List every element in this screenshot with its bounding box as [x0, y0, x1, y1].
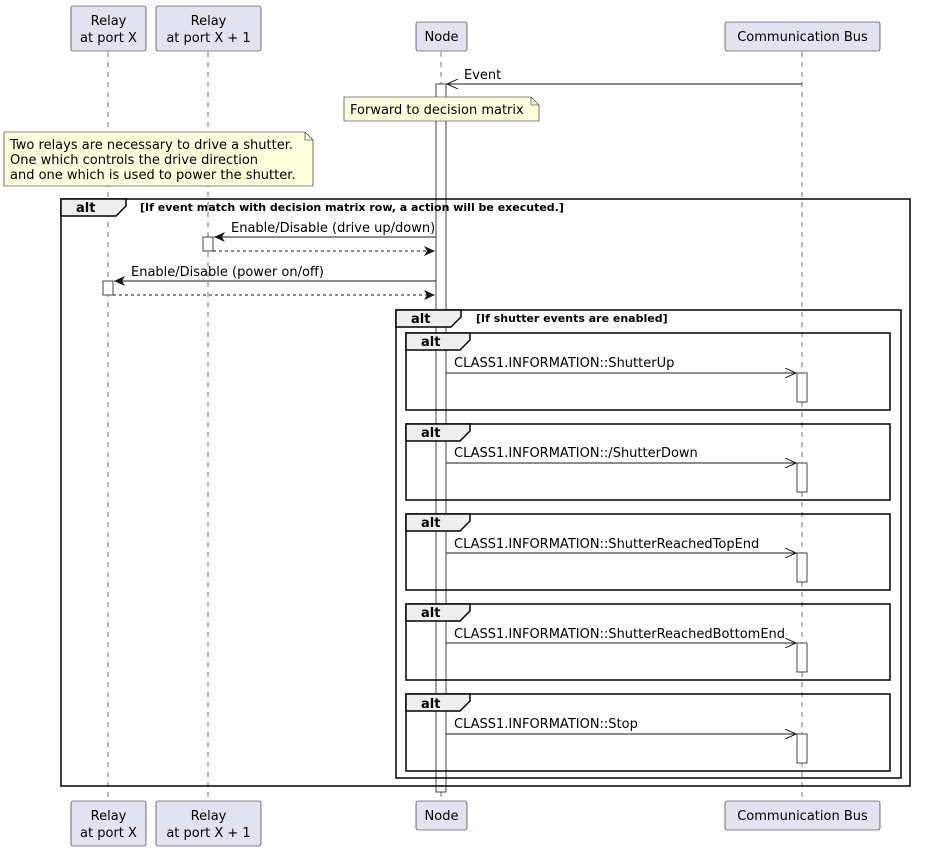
- participant-label: at port X + 1: [166, 31, 250, 46]
- frame-sub-alt-shutter-up: alt CLASS1.INFORMATION::ShutterUp: [405, 332, 891, 411]
- message-shutter-up-label: CLASS1.INFORMATION::ShutterUp: [454, 356, 674, 371]
- message-shutter-down-label: CLASS1.INFORMATION::/ShutterDown: [454, 446, 698, 461]
- message-top-end-label: CLASS1.INFORMATION::ShutterReachedTopEnd: [454, 537, 759, 552]
- note-forward-text: Forward to decision matrix: [350, 103, 524, 118]
- frame-sub-keyword: alt: [421, 516, 440, 531]
- message-event-label: Event: [464, 68, 501, 83]
- sequence-diagram: Relay at port X Relay at port X + 1 Node…: [3, 5, 911, 847]
- participant-label: Relay: [91, 809, 127, 824]
- note-relays-line: One which controls the drive direction: [10, 153, 258, 168]
- bus-activation: [796, 642, 808, 673]
- bus-activation: [796, 372, 808, 403]
- message-stop-label: CLASS1.INFORMATION::Stop: [454, 717, 638, 732]
- frame-sub-alt-top-end: alt CLASS1.INFORMATION::ShutterReachedTo…: [405, 513, 891, 591]
- participant-label: Node: [425, 809, 459, 824]
- participant-label: Relay: [191, 809, 227, 824]
- frame-sub-keyword: alt: [421, 697, 440, 712]
- participant-label: Communication Bus: [737, 809, 868, 824]
- bus-activation: [796, 552, 808, 583]
- bus-activation: [796, 733, 808, 764]
- participant-label: at port X: [80, 826, 137, 841]
- participant-relay-x-top: Relay at port X: [70, 5, 147, 52]
- frame-outer-condition: [If event match with decision matrix row…: [140, 201, 564, 214]
- frame-outer-alt: alt [If event match with decision matrix…: [60, 198, 911, 787]
- frame-sub-alt-bottom-end: alt CLASS1.INFORMATION::ShutterReachedBo…: [405, 603, 891, 681]
- participant-label: Communication Bus: [737, 30, 868, 45]
- participant-bus-bottom: Communication Bus: [724, 800, 881, 831]
- message-drive-label: Enable/Disable (drive up/down): [231, 221, 435, 236]
- frame-inner-keyword: alt: [411, 312, 430, 327]
- frame-sub-keyword: alt: [421, 335, 440, 350]
- participant-label: at port X: [80, 31, 137, 46]
- bus-activation: [796, 462, 808, 493]
- note-forward: Forward to decision matrix: [343, 96, 540, 122]
- frame-sub-alt-stop: alt CLASS1.INFORMATION::Stop: [405, 693, 891, 772]
- note-relays: Two relays are necessary to drive a shut…: [3, 131, 314, 187]
- participant-bus-top: Communication Bus: [724, 21, 881, 52]
- participant-relay-x1-bottom: Relay at port X + 1: [155, 800, 262, 847]
- relay-x1-activation: [202, 236, 214, 252]
- participant-label: at port X + 1: [166, 826, 250, 841]
- participant-label: Relay: [191, 14, 227, 29]
- participant-label: Relay: [91, 14, 127, 29]
- frame-sub-keyword: alt: [421, 426, 440, 441]
- message-bottom-end-label: CLASS1.INFORMATION::ShutterReachedBottom…: [454, 627, 785, 642]
- participant-relay-x-bottom: Relay at port X: [70, 800, 147, 847]
- note-relays-line: Two relays are necessary to drive a shut…: [9, 138, 293, 153]
- relay-x-activation: [102, 280, 114, 296]
- frame-sub-keyword: alt: [421, 606, 440, 621]
- participant-node-top: Node: [415, 21, 468, 52]
- frame-inner-condition: [If shutter events are enabled]: [476, 312, 668, 325]
- frame-outer-keyword: alt: [76, 201, 95, 216]
- participant-label: Node: [425, 30, 459, 45]
- note-relays-line: and one which is used to power the shutt…: [10, 168, 296, 183]
- participant-node-bottom: Node: [415, 800, 468, 831]
- frame-sub-alt-shutter-down: alt CLASS1.INFORMATION::/ShutterDown: [405, 423, 891, 501]
- message-power-label: Enable/Disable (power on/off): [131, 265, 324, 280]
- participant-relay-x1-top: Relay at port X + 1: [155, 5, 262, 52]
